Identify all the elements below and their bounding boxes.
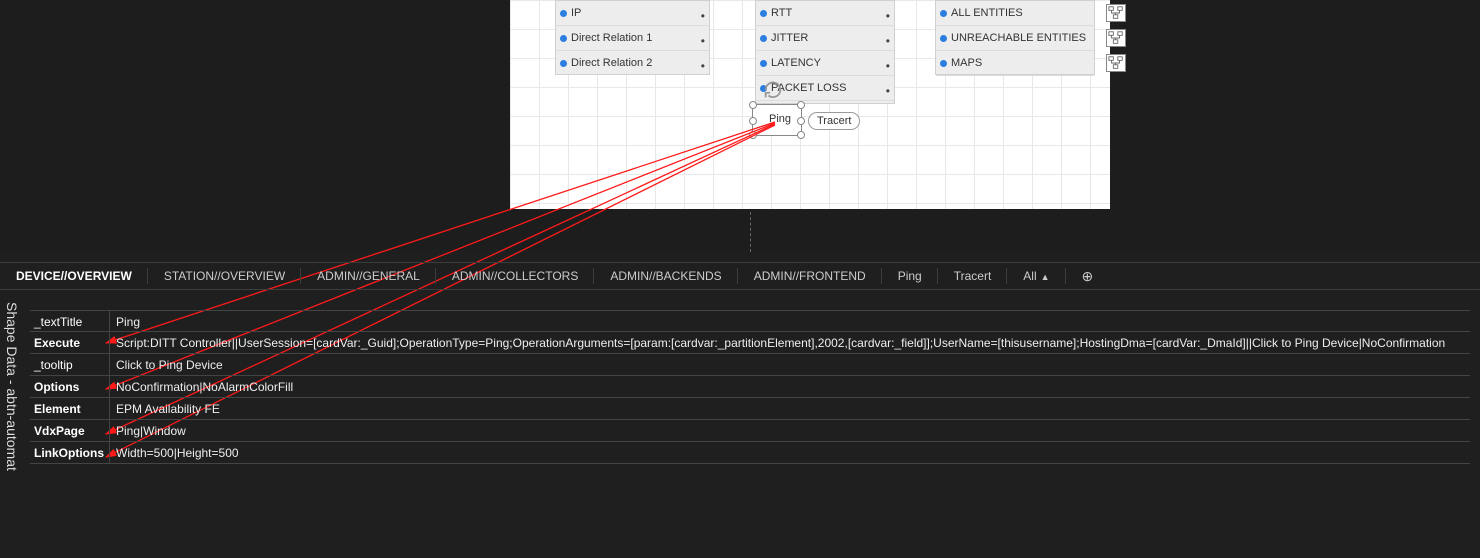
tab-label: DEVICE//OVERVIEW (16, 269, 132, 283)
plus-icon: ⊕ (1082, 268, 1094, 284)
tab-label: STATION//OVERVIEW (164, 269, 285, 283)
list-item[interactable]: MAPS (936, 51, 1094, 76)
bullet-icon: • (886, 79, 890, 104)
tab-device-overview[interactable]: DEVICE//OVERVIEW (0, 262, 148, 290)
prop-key: Options (30, 376, 110, 397)
tab-all-dropdown[interactable]: All ▲ (1007, 262, 1065, 290)
shape-data-panel-title: Shape Data - abtn-automat (4, 302, 20, 471)
bullet-icon: • (701, 54, 705, 79)
prop-value[interactable]: Ping (110, 311, 1470, 331)
status-dot-icon (560, 10, 567, 17)
topology-icon[interactable] (1106, 29, 1126, 47)
prop-key: LinkOptions (30, 442, 110, 463)
tab-admin-collectors[interactable]: ADMIN//COLLECTORS (436, 262, 594, 290)
list-item[interactable]: Direct Relation 2 • (556, 51, 709, 76)
tab-label: Ping (898, 269, 922, 283)
table-row[interactable]: LinkOptions Width=500|Height=500 (30, 442, 1470, 464)
prop-value[interactable]: NoConfirmation|NoAlarmColorFill (110, 376, 1470, 397)
status-dot-icon (940, 60, 947, 67)
group-metrics[interactable]: RTT • JITTER • LATENCY • PACKET LOSS • (755, 0, 895, 104)
table-row[interactable]: Element EPM Availability FE (30, 398, 1470, 420)
prop-value[interactable]: Ping|Window (110, 420, 1470, 441)
prop-key: Execute (30, 332, 110, 353)
table-row[interactable]: Execute Script:DITT Controller||UserSess… (30, 332, 1470, 354)
topology-icon[interactable] (1106, 4, 1126, 22)
item-label: IP (571, 7, 581, 19)
drawing-canvas[interactable]: IP • Direct Relation 1 • Direct Relation… (510, 0, 1110, 209)
status-dot-icon (760, 10, 767, 17)
resize-handle-icon[interactable] (749, 101, 757, 109)
tab-label: ADMIN//FRONTEND (754, 269, 866, 283)
list-item[interactable]: UNREACHABLE ENTITIES (936, 26, 1094, 51)
resize-handle-icon[interactable] (797, 117, 805, 125)
tab-admin-general[interactable]: ADMIN//GENERAL (301, 262, 436, 290)
caret-up-icon: ▲ (1041, 272, 1050, 282)
table-row[interactable]: _textTitle Ping (30, 310, 1470, 332)
tab-label: Tracert (954, 269, 992, 283)
list-item[interactable]: Direct Relation 1 • (556, 26, 709, 51)
rotate-handle-icon[interactable] (762, 79, 784, 101)
shape-label: Ping (769, 113, 791, 125)
item-label: Direct Relation 1 (571, 32, 652, 44)
list-item[interactable]: ALL ENTITIES (936, 1, 1094, 26)
tab-admin-backends[interactable]: ADMIN//BACKENDS (594, 262, 737, 290)
status-dot-icon (940, 10, 947, 17)
list-item[interactable]: LATENCY • (756, 51, 894, 76)
item-label: JITTER (771, 32, 808, 44)
list-item[interactable]: RTT • (756, 1, 894, 26)
resize-handle-icon[interactable] (749, 117, 757, 125)
tab-label: ADMIN//BACKENDS (610, 269, 721, 283)
status-dot-icon (760, 60, 767, 67)
item-label: ALL ENTITIES (951, 7, 1023, 19)
resize-handle-icon[interactable] (749, 131, 757, 139)
app-root: IP • Direct Relation 1 • Direct Relation… (0, 0, 1480, 558)
tab-tracert[interactable]: Tracert (938, 262, 1008, 290)
splitter-handle[interactable] (750, 212, 751, 252)
prop-value[interactable]: EPM Availability FE (110, 398, 1470, 419)
topology-icon[interactable] (1106, 54, 1126, 72)
diagram-area: IP • Direct Relation 1 • Direct Relation… (0, 0, 1480, 250)
item-label: Direct Relation 2 (571, 57, 652, 69)
tab-admin-frontend[interactable]: ADMIN//FRONTEND (738, 262, 882, 290)
item-label: LATENCY (771, 57, 821, 69)
shape-label: Tracert (817, 115, 851, 127)
prop-value[interactable]: Click to Ping Device (110, 354, 1470, 375)
page-tab-bar: DEVICE//OVERVIEW STATION//OVERVIEW ADMIN… (0, 262, 1480, 290)
prop-value[interactable]: Width=500|Height=500 (110, 442, 1470, 463)
tab-ping[interactable]: Ping (882, 262, 938, 290)
table-row[interactable]: _tooltip Click to Ping Device (30, 354, 1470, 376)
item-label: RTT (771, 7, 792, 19)
tab-station-overview[interactable]: STATION//OVERVIEW (148, 262, 301, 290)
group-views[interactable]: ALL ENTITIES UNREACHABLE ENTITIES MAPS (935, 0, 1095, 75)
table-row[interactable]: Options NoConfirmation|NoAlarmColorFill (30, 376, 1470, 398)
resize-handle-icon[interactable] (797, 131, 805, 139)
prop-value[interactable]: Script:DITT Controller||UserSession=[car… (110, 332, 1470, 353)
status-dot-icon (560, 35, 567, 42)
status-dot-icon (940, 35, 947, 42)
prop-key: VdxPage (30, 420, 110, 441)
tab-label: All (1023, 269, 1036, 283)
table-row[interactable]: VdxPage Ping|Window (30, 420, 1470, 442)
tracert-shape[interactable]: Tracert (808, 112, 860, 130)
list-item[interactable]: JITTER • (756, 26, 894, 51)
item-label: UNREACHABLE ENTITIES (951, 32, 1086, 44)
prop-key: _textTitle (30, 311, 110, 331)
tab-label: ADMIN//COLLECTORS (452, 269, 578, 283)
ping-shape-selected[interactable]: Ping (752, 104, 802, 136)
status-dot-icon (760, 35, 767, 42)
tab-label: ADMIN//GENERAL (317, 269, 420, 283)
shape-data-table: _textTitle Ping Execute Script:DITT Cont… (30, 310, 1470, 464)
list-item[interactable]: IP • (556, 1, 709, 26)
item-label: MAPS (951, 57, 982, 69)
group-identity[interactable]: IP • Direct Relation 1 • Direct Relation… (555, 0, 710, 75)
prop-key: _tooltip (30, 354, 110, 375)
add-tab-button[interactable]: ⊕ (1066, 262, 1098, 290)
resize-handle-icon[interactable] (797, 101, 805, 109)
prop-key: Element (30, 398, 110, 419)
status-dot-icon (560, 60, 567, 67)
